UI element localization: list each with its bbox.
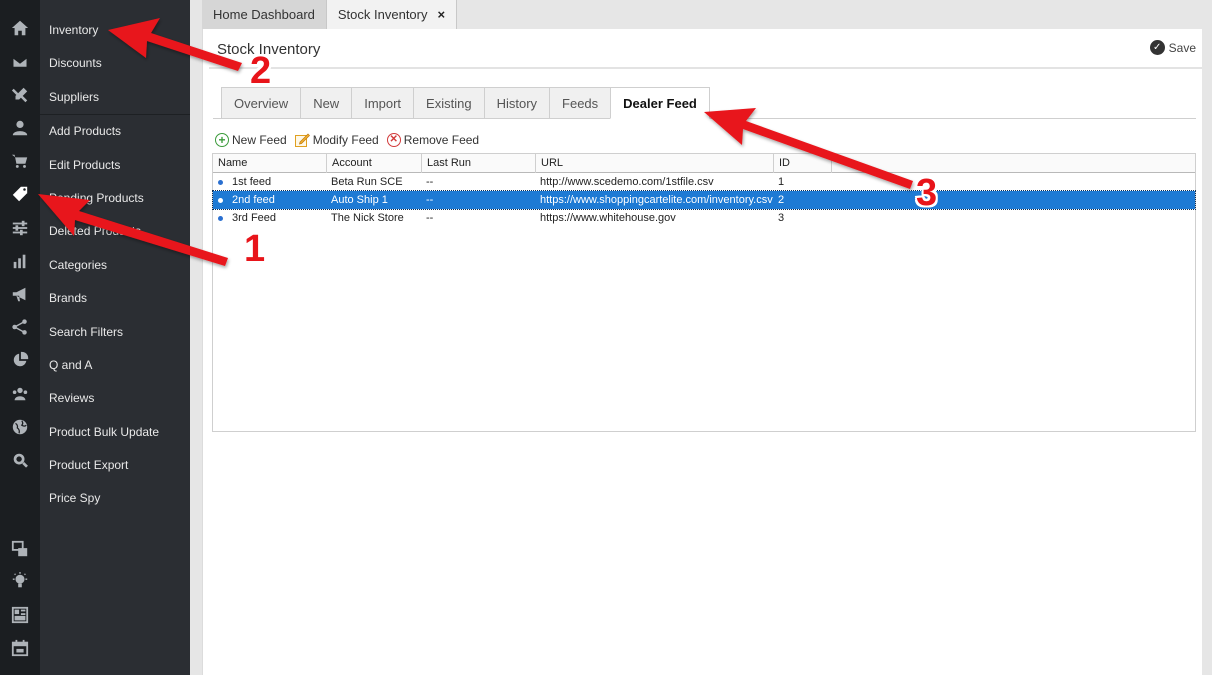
cell-id: 2 <box>778 194 785 206</box>
cell-name: 1st feed <box>232 176 272 188</box>
tab-new[interactable]: New <box>300 87 352 119</box>
sliders-icon[interactable] <box>10 219 30 237</box>
plus-circle-icon: + <box>215 133 229 147</box>
lightbulb-icon[interactable] <box>10 572 30 590</box>
row-bullet-icon <box>218 198 223 203</box>
cell-account: The Nick Store <box>331 212 404 224</box>
calendar-icon[interactable] <box>10 639 30 657</box>
sidebar-item-reviews[interactable]: Reviews <box>40 382 190 415</box>
home-icon[interactable] <box>10 19 30 37</box>
user-icon[interactable] <box>10 119 30 137</box>
users-icon[interactable] <box>10 385 30 403</box>
sidebar-item-inventory[interactable]: Inventory <box>40 14 190 47</box>
tab-home-dashboard[interactable]: Home Dashboard <box>202 0 327 29</box>
table-row[interactable]: 1st feed Beta Run SCE -- http://www.sced… <box>213 173 1195 191</box>
pie-chart-icon[interactable] <box>10 351 30 369</box>
sidebar-item-product-export[interactable]: Product Export <box>40 449 190 482</box>
mail-icon[interactable] <box>10 53 30 71</box>
feed-toolbar: + New Feed Modify Feed ✕ Remove Feed <box>215 132 479 148</box>
tab-import[interactable]: Import <box>351 87 414 119</box>
tab-label: Home Dashboard <box>213 7 315 22</box>
table-row[interactable]: 3rd Feed The Nick Store -- https://www.w… <box>213 209 1195 227</box>
close-icon[interactable]: × <box>438 7 446 22</box>
column-header-id[interactable]: ID <box>774 154 832 173</box>
column-header-last-run[interactable]: Last Run <box>422 154 536 173</box>
new-feed-label: New Feed <box>232 133 287 147</box>
cart-icon[interactable] <box>10 152 30 170</box>
document-tabs: Home Dashboard Stock Inventory × <box>202 0 458 29</box>
sidebar-item-add-products[interactable]: Add Products <box>40 115 190 148</box>
bar-chart-icon[interactable] <box>10 252 30 270</box>
sidebar-item-price-spy[interactable]: Price Spy <box>40 482 190 515</box>
tab-label: Stock Inventory <box>337 7 428 22</box>
cell-account: Beta Run SCE <box>331 176 403 188</box>
sidebar-item-search-filters[interactable]: Search Filters <box>40 316 190 349</box>
cell-url: https://www.shoppingcartelite.com/invent… <box>540 194 773 206</box>
tag-icon[interactable] <box>10 185 30 203</box>
divider <box>209 67 1202 69</box>
content-panel: Stock Inventory ✓ Save Overview New Impo… <box>202 29 1202 675</box>
tab-history[interactable]: History <box>483 87 550 119</box>
sidebar-menu: Inventory Discounts Suppliers Add Produc… <box>40 0 190 675</box>
layout-icon[interactable] <box>10 606 30 624</box>
main-area: Home Dashboard Stock Inventory × Stock In… <box>190 0 1212 675</box>
cell-name: 2nd feed <box>232 194 275 206</box>
cell-url: http://www.scedemo.com/1stfile.csv <box>540 176 714 188</box>
cell-id: 1 <box>778 176 785 188</box>
annotation-number-1: 1 <box>244 228 266 270</box>
cell-id: 3 <box>778 212 785 224</box>
tab-dealer-feed[interactable]: Dealer Feed <box>610 87 710 119</box>
edit-icon <box>294 133 310 147</box>
cell-name: 3rd Feed <box>232 212 277 224</box>
column-header-name[interactable]: Name <box>213 154 327 173</box>
sidebar-item-discounts[interactable]: Discounts <box>40 47 190 80</box>
annotation-number-3: 3 <box>916 172 938 214</box>
sidebar-item-product-bulk-update[interactable]: Product Bulk Update <box>40 416 190 449</box>
row-bullet-icon <box>218 216 223 221</box>
sidebar-item-brands[interactable]: Brands <box>40 282 190 315</box>
new-feed-button[interactable]: + New Feed <box>215 133 287 147</box>
share-icon[interactable] <box>10 318 30 336</box>
cell-last-run: -- <box>426 176 434 188</box>
icon-rail <box>0 0 40 675</box>
column-header-account[interactable]: Account <box>327 154 422 173</box>
sidebar-item-edit-products[interactable]: Edit Products <box>40 149 190 182</box>
table-header: Name Account Last Run URL ID <box>213 154 1195 173</box>
remove-circle-icon: ✕ <box>386 133 401 147</box>
remove-feed-label: Remove Feed <box>403 133 480 147</box>
remove-feed-button[interactable]: ✕ Remove Feed <box>386 133 480 147</box>
tools-icon[interactable] <box>10 86 30 104</box>
modify-feed-label: Modify Feed <box>312 133 379 147</box>
sidebar-item-pending-products[interactable]: Pending Products <box>40 182 190 215</box>
tab-stock-inventory[interactable]: Stock Inventory × <box>326 0 458 29</box>
megaphone-icon[interactable] <box>10 285 30 303</box>
modify-feed-button[interactable]: Modify Feed <box>294 133 379 147</box>
windows-icon[interactable] <box>10 540 30 558</box>
row-bullet-icon <box>218 180 223 185</box>
tab-feeds[interactable]: Feeds <box>549 87 611 119</box>
column-header-url[interactable]: URL <box>536 154 774 173</box>
sidebar-item-categories[interactable]: Categories <box>40 249 190 282</box>
inventory-subtabs: Overview New Import Existing History Fee… <box>221 87 710 119</box>
save-button[interactable]: ✓ Save <box>1149 40 1196 55</box>
gear-search-icon[interactable] <box>10 451 30 469</box>
globe-icon[interactable] <box>10 418 30 436</box>
check-circle-icon: ✓ <box>1149 40 1165 55</box>
save-label: Save <box>1168 40 1196 55</box>
sidebar-item-suppliers[interactable]: Suppliers <box>40 81 190 114</box>
tab-existing[interactable]: Existing <box>413 87 484 119</box>
cell-account: Auto Ship 1 <box>331 194 388 206</box>
menu-group-products: Add Products Edit Products Pending Produ… <box>40 115 190 516</box>
sidebar-item-q-and-a[interactable]: Q and A <box>40 349 190 382</box>
table-row[interactable]: 2nd feed Auto Ship 1 -- https://www.shop… <box>212 190 1196 210</box>
annotation-number-2: 2 <box>250 50 272 92</box>
sidebar-item-deleted-products[interactable]: Deleted Products <box>40 215 190 248</box>
cell-url: https://www.whitehouse.gov <box>540 212 676 224</box>
dealer-feed-table: Name Account Last Run URL ID 1st feed Be… <box>212 153 1196 432</box>
cell-last-run: -- <box>426 212 434 224</box>
menu-group-inventory: Inventory Discounts Suppliers <box>40 0 190 116</box>
cell-last-run: -- <box>426 194 434 206</box>
